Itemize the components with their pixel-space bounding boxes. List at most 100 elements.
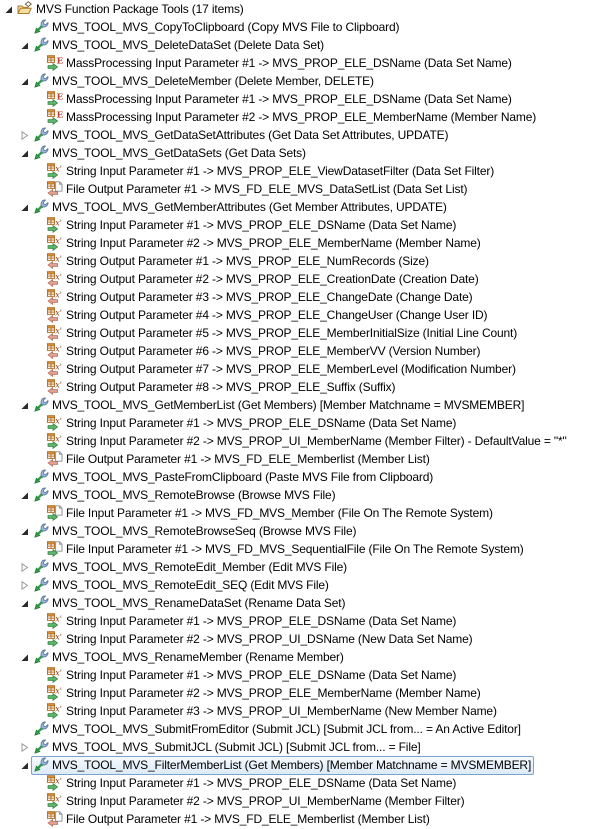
- tree-row: MVS_TOOL_MVS_RemoteEdit_Member (Edit MVS…: [0, 558, 612, 576]
- tree-item-label: MVS_TOOL_MVS_FilterMemberList (Get Membe…: [52, 758, 531, 773]
- tree-item[interactable]: MVS_TOOL_MVS_CopyToClipboard (Copy MVS F…: [31, 18, 402, 37]
- tree-row: x'String Output Parameter #7 -> MVS_PROP…: [0, 360, 612, 378]
- tree-item[interactable]: x'String Output Parameter #2 -> MVS_PROP…: [45, 270, 482, 289]
- tree-item[interactable]: x'String Output Parameter #3 -> MVS_PROP…: [45, 288, 476, 307]
- expander-collapsed-icon[interactable]: [17, 128, 31, 142]
- tree-item[interactable]: x'String Output Parameter #6 -> MVS_PROP…: [45, 342, 483, 361]
- tree-item[interactable]: x'String Output Parameter #4 -> MVS_PROP…: [45, 306, 490, 325]
- tree-item-label: String Input Parameter #1 -> MVS_PROP_EL…: [66, 416, 456, 431]
- expander-expanded-icon[interactable]: [17, 758, 31, 772]
- tree-item[interactable]: x'String Input Parameter #1 -> MVS_PROP_…: [45, 216, 459, 235]
- expander-expanded-icon[interactable]: [17, 488, 31, 502]
- tree-item[interactable]: MVS_TOOL_MVS_RemoteEdit_Member (Edit MVS…: [31, 558, 350, 577]
- tree-item[interactable]: x'String Output Parameter #8 -> MVS_PROP…: [45, 378, 398, 397]
- expander-expanded-icon[interactable]: [17, 596, 31, 610]
- tree-row: MVS Function Package Tools (17 items): [0, 0, 612, 18]
- tree-item-label: String Input Parameter #2 -> MVS_PROP_UI…: [66, 434, 567, 449]
- string-output-parameter-icon: x': [47, 253, 63, 269]
- file-input-parameter-icon: [47, 505, 63, 521]
- string-output-parameter-icon: x': [47, 379, 63, 395]
- tool-icon: [33, 523, 49, 539]
- tree-row: x'String Input Parameter #3 -> MVS_PROP_…: [0, 702, 612, 720]
- tree-item[interactable]: MVS_TOOL_MVS_PasteFromClipboard (Paste M…: [31, 468, 436, 487]
- tree-item-label: File Input Parameter #1 -> MVS_FD_MVS_Se…: [66, 542, 524, 557]
- tree-item-label: MassProcessing Input Parameter #2 -> MVS…: [66, 110, 536, 125]
- tree-item-selected[interactable]: MVS_TOOL_MVS_FilterMemberList (Get Membe…: [31, 756, 534, 775]
- tree-item[interactable]: x'String Input Parameter #1 -> MVS_PROP_…: [45, 414, 459, 433]
- tree-item-label: MVS_TOOL_MVS_DeleteMember (Delete Member…: [52, 74, 374, 89]
- tree-item[interactable]: MVS_TOOL_MVS_RemoteBrowse (Browse MVS Fi…: [31, 486, 338, 505]
- expander-expanded-icon[interactable]: [17, 650, 31, 664]
- tree-row: x'String Output Parameter #6 -> MVS_PROP…: [0, 342, 612, 360]
- tree-item[interactable]: x'String Input Parameter #1 -> MVS_PROP_…: [45, 612, 459, 631]
- tree-item-label: MVS_TOOL_MVS_GetDataSetAttributes (Get D…: [52, 128, 448, 143]
- tree-item[interactable]: x'String Input Parameter #1 -> MVS_PROP_…: [45, 774, 459, 793]
- tree-item[interactable]: EMassProcessing Input Parameter #1 -> MV…: [45, 54, 515, 73]
- tree-item[interactable]: EMassProcessing Input Parameter #1 -> MV…: [45, 90, 515, 109]
- tree-item[interactable]: File Input Parameter #1 -> MVS_FD_MVS_Me…: [45, 504, 496, 523]
- tree-item[interactable]: MVS_TOOL_MVS_RenameMember (Rename Member…: [31, 648, 347, 667]
- tool-icon: [33, 559, 49, 575]
- expander-spacer: [17, 20, 31, 34]
- tree-item[interactable]: MVS_TOOL_MVS_GetDataSetAttributes (Get D…: [31, 126, 451, 145]
- tree-row: x'String Output Parameter #8 -> MVS_PROP…: [0, 378, 612, 396]
- expander-expanded-icon[interactable]: [17, 398, 31, 412]
- tree-item[interactable]: MVS_TOOL_MVS_GetMemberList (Get Members)…: [31, 396, 527, 415]
- tree-item[interactable]: x'String Input Parameter #2 -> MVS_PROP_…: [45, 792, 467, 811]
- tree-item[interactable]: MVS_TOOL_MVS_DeleteMember (Delete Member…: [31, 72, 377, 91]
- tree-row: MVS_TOOL_MVS_GetDataSets (Get Data Sets): [0, 144, 612, 162]
- expander-expanded-icon[interactable]: [17, 524, 31, 538]
- tree-row: x'String Input Parameter #1 -> MVS_PROP_…: [0, 216, 612, 234]
- tool-icon: [33, 577, 49, 593]
- tree-item[interactable]: x'String Input Parameter #1 -> MVS_PROP_…: [45, 162, 497, 181]
- tree-row: MVS_TOOL_MVS_GetDataSetAttributes (Get D…: [0, 126, 612, 144]
- tree-item[interactable]: x'String Input Parameter #1 -> MVS_PROP_…: [45, 666, 459, 685]
- tree-item[interactable]: x'String Output Parameter #5 -> MVS_PROP…: [45, 324, 520, 343]
- string-input-parameter-icon: x': [47, 703, 63, 719]
- tree-item[interactable]: File Output Parameter #1 -> MVS_FD_ELE_M…: [45, 180, 470, 199]
- tree-item[interactable]: MVS_TOOL_MVS_RemoteEdit_SEQ (Edit MVS Fi…: [31, 576, 332, 595]
- tree-item-label: MVS_TOOL_MVS_GetMemberList (Get Members)…: [52, 398, 524, 413]
- tool-icon: [33, 469, 49, 485]
- tree-row: File Input Parameter #1 -> MVS_FD_MVS_Me…: [0, 504, 612, 522]
- tree-item[interactable]: EMassProcessing Input Parameter #2 -> MV…: [45, 108, 539, 127]
- expander-collapsed-icon[interactable]: [17, 560, 31, 574]
- tree-item[interactable]: x'String Input Parameter #2 -> MVS_PROP_…: [45, 630, 475, 649]
- tree-item[interactable]: x'String Output Parameter #7 -> MVS_PROP…: [45, 360, 519, 379]
- expander-expanded-icon[interactable]: [17, 200, 31, 214]
- tree-item[interactable]: MVS_TOOL_MVS_RemoteBrowseSeq (Browse MVS…: [31, 522, 359, 541]
- tree-item[interactable]: MVS_TOOL_MVS_GetDataSets (Get Data Sets): [31, 144, 309, 163]
- tree-item[interactable]: x'String Output Parameter #1 -> MVS_PROP…: [45, 252, 432, 271]
- tree-row: x'String Input Parameter #1 -> MVS_PROP_…: [0, 666, 612, 684]
- tree-item[interactable]: MVS_TOOL_MVS_SubmitFromEditor (Submit JC…: [31, 720, 524, 739]
- expander-expanded-icon[interactable]: [17, 74, 31, 88]
- tree-item[interactable]: File Input Parameter #1 -> MVS_FD_MVS_Se…: [45, 540, 527, 559]
- expander-expanded-icon[interactable]: [1, 2, 15, 16]
- expander-collapsed-icon[interactable]: [17, 578, 31, 592]
- file-output-parameter-icon: [47, 451, 63, 467]
- tree-item[interactable]: MVS_TOOL_MVS_DeleteDataSet (Delete Data …: [31, 36, 327, 55]
- tree-item[interactable]: MVS_TOOL_MVS_RenameDataSet (Rename Data …: [31, 594, 348, 613]
- tree-item[interactable]: x'String Input Parameter #2 -> MVS_PROP_…: [45, 234, 484, 253]
- tree-item[interactable]: MVS_TOOL_MVS_GetMemberAttributes (Get Me…: [31, 198, 450, 217]
- expander-collapsed-icon[interactable]: [17, 740, 31, 754]
- tree-item[interactable]: x'String Input Parameter #3 -> MVS_PROP_…: [45, 702, 500, 721]
- tree-item[interactable]: MVS Function Package Tools (17 items): [15, 0, 247, 19]
- string-output-parameter-icon: x': [47, 325, 63, 341]
- svg-text:x': x': [55, 614, 62, 623]
- expander-spacer: [31, 308, 45, 322]
- string-input-parameter-icon: x': [47, 685, 63, 701]
- tree-item[interactable]: File Output Parameter #1 -> MVS_FD_ELE_M…: [45, 450, 433, 469]
- tree-item[interactable]: MVS_TOOL_MVS_SubmitJCL (Submit JCL) [Sub…: [31, 738, 424, 757]
- tree-item[interactable]: x' String Input Parameter #2 -> MVS_PROP_…: [45, 432, 570, 451]
- svg-text:x': x': [55, 704, 62, 713]
- string-output-parameter-icon: x': [47, 361, 63, 377]
- svg-text:x': x': [55, 434, 62, 443]
- tree-row: MVS_TOOL_MVS_RemoteEdit_SEQ (Edit MVS Fi…: [0, 576, 612, 594]
- tree-item-label: File Output Parameter #1 -> MVS_FD_ELE_M…: [66, 452, 430, 467]
- expander-expanded-icon[interactable]: [17, 38, 31, 52]
- expander-spacer: [31, 236, 45, 250]
- tree-item[interactable]: x'String Input Parameter #2 -> MVS_PROP_…: [45, 684, 484, 703]
- tree-item-label: MVS_TOOL_MVS_RemoteBrowse (Browse MVS Fi…: [52, 488, 335, 503]
- expander-expanded-icon[interactable]: [17, 146, 31, 160]
